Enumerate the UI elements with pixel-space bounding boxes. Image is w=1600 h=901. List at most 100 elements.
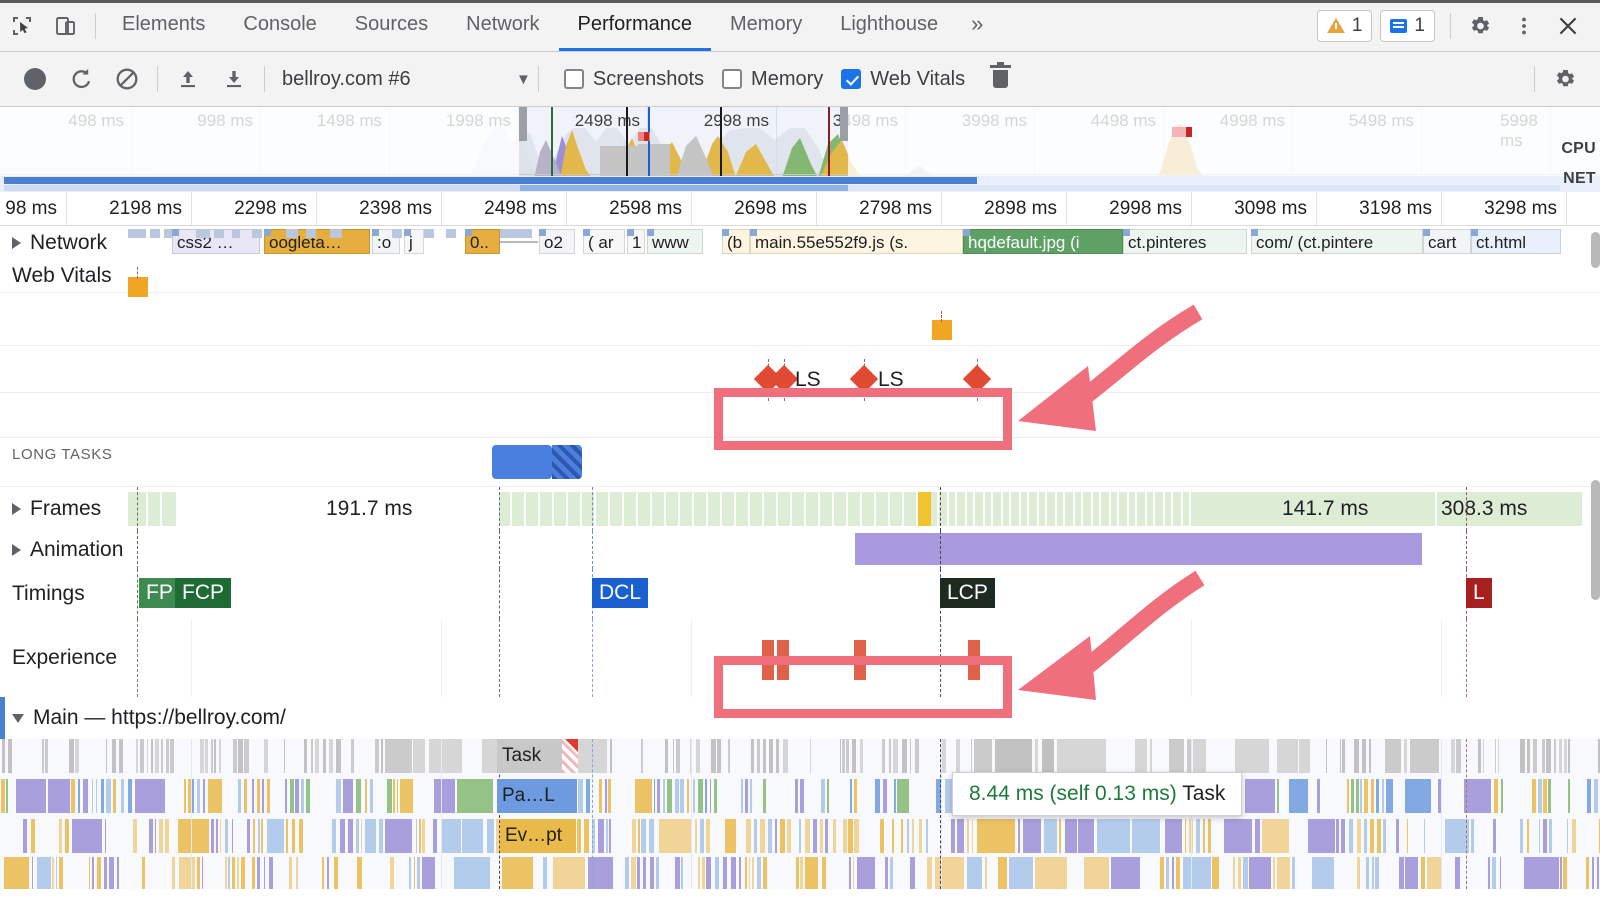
- chevron-right-icon[interactable]: [12, 236, 21, 249]
- flame-bar[interactable]: [1056, 739, 1107, 773]
- main-track-title[interactable]: Main — https://bellroy.com/: [12, 697, 286, 739]
- web-vitals-checkbox[interactable]: Web Vitals: [841, 68, 965, 91]
- flame-bar[interactable]: [1212, 857, 1220, 889]
- frame-segment[interactable]: [967, 492, 974, 526]
- flame-bar[interactable]: [727, 739, 730, 773]
- flame-bar[interactable]: [251, 857, 255, 889]
- flame-bar[interactable]: [1111, 857, 1141, 889]
- flame-bar[interactable]: [161, 739, 164, 773]
- flame-bar[interactable]: [134, 779, 166, 813]
- flame-bar[interactable]: [119, 739, 124, 773]
- flame-bar[interactable]: [351, 739, 354, 773]
- flame-bar[interactable]: [910, 857, 916, 889]
- timeline-overview[interactable]: 498 ms 998 ms 1498 ms 1998 ms 2498 ms 29…: [0, 107, 1600, 192]
- flame-bar[interactable]: [663, 779, 666, 813]
- flame-bar[interactable]: [31, 857, 34, 889]
- flame-bar[interactable]: [375, 739, 380, 773]
- network-request[interactable]: com/ (ct.pintere: [1251, 229, 1423, 254]
- flame-bar[interactable]: [1196, 819, 1201, 853]
- flame-bar[interactable]: [1307, 819, 1335, 853]
- flame-bar[interactable]: [586, 779, 590, 813]
- flame-bar[interactable]: [889, 857, 893, 889]
- flame-bar[interactable]: [896, 779, 910, 813]
- flame-bar[interactable]: [1493, 779, 1498, 813]
- web-vital-marker-square[interactable]: [932, 320, 952, 340]
- flame-bar[interactable]: [1356, 779, 1359, 813]
- flame-bar[interactable]: [859, 739, 863, 773]
- flame-bar[interactable]: [974, 739, 993, 773]
- flame-bar[interactable]: [142, 857, 145, 889]
- tab-performance[interactable]: Performance: [558, 0, 711, 51]
- flame-bar[interactable]: [653, 779, 656, 813]
- flame-bar[interactable]: [178, 857, 196, 889]
- flame-bar[interactable]: [133, 819, 137, 853]
- tab-sources[interactable]: Sources: [336, 0, 447, 51]
- flame-bar[interactable]: [165, 819, 169, 853]
- frame-segment[interactable]: [722, 492, 735, 526]
- long-task-blocking-hatch[interactable]: [552, 445, 582, 479]
- flame-bar[interactable]: [92, 857, 94, 889]
- flame-bar[interactable]: [419, 819, 421, 853]
- flame-bar[interactable]: [1463, 779, 1492, 813]
- frame-segment[interactable]: [957, 492, 966, 526]
- clear-button[interactable]: [104, 59, 150, 99]
- frame-segment[interactable]: [1183, 492, 1190, 526]
- flame-bar[interactable]: [1339, 739, 1342, 773]
- flame-bar[interactable]: [414, 857, 416, 889]
- flame-bar[interactable]: [842, 819, 848, 853]
- flame-bar[interactable]: [1135, 739, 1147, 773]
- tab-console[interactable]: Console: [224, 0, 335, 51]
- flame-bar[interactable]: [635, 779, 653, 813]
- frame-segment[interactable]: [949, 492, 956, 526]
- flame-bar[interactable]: [1341, 819, 1345, 853]
- close-icon[interactable]: [1546, 4, 1590, 48]
- flame-bar[interactable]: [686, 779, 690, 813]
- flame-bar[interactable]: [111, 739, 116, 773]
- frames-track-header[interactable]: Frames: [12, 487, 101, 531]
- flame-bar[interactable]: [252, 779, 254, 813]
- flame-bar[interactable]: [1224, 819, 1252, 853]
- flame-bar[interactable]: [303, 739, 308, 773]
- flame-bar[interactable]: [1059, 819, 1061, 853]
- flame-bar[interactable]: [326, 857, 330, 889]
- save-profile-button[interactable]: [211, 59, 257, 99]
- flame-bar[interactable]: [1159, 857, 1164, 889]
- flame-bar[interactable]: [385, 819, 413, 853]
- flame-bar[interactable]: [605, 819, 608, 853]
- flame-bar[interactable]: [1548, 819, 1553, 853]
- flame-bar[interactable]: [665, 739, 668, 773]
- flame-bar[interactable]: [116, 857, 120, 889]
- flame-bar[interactable]: [409, 857, 412, 889]
- frame-segment[interactable]: [540, 492, 553, 526]
- flame-bar[interactable]: [334, 857, 338, 889]
- flame-bar[interactable]: [656, 779, 661, 813]
- frame-segment[interactable]: [736, 492, 749, 526]
- flame-bar[interactable]: [716, 739, 721, 773]
- flame-bar[interactable]: [311, 739, 314, 773]
- flame-bar[interactable]: [854, 779, 858, 813]
- flame-bar[interactable]: [417, 857, 420, 889]
- flame-bar[interactable]: [1523, 857, 1559, 889]
- frame-segment[interactable]: [820, 492, 833, 526]
- flame-bar[interactable]: [1326, 739, 1328, 773]
- flame-bar[interactable]: [610, 739, 612, 773]
- flame-bar[interactable]: [783, 739, 788, 773]
- flame-bar[interactable]: [224, 819, 229, 853]
- flame-bar[interactable]: [1233, 857, 1235, 889]
- flame-bar[interactable]: [1538, 819, 1540, 853]
- flame-bar[interactable]: [220, 819, 222, 853]
- flame-bar[interactable]: [286, 819, 289, 853]
- flame-bar[interactable]: [1022, 819, 1041, 853]
- flame-bar[interactable]: [1560, 857, 1562, 889]
- flame-bar[interactable]: [1312, 857, 1334, 889]
- flame-bar[interactable]: [649, 819, 655, 853]
- flame-bar[interactable]: [768, 739, 773, 773]
- flame-bar[interactable]: [290, 779, 294, 813]
- flame-bar[interactable]: [434, 779, 456, 813]
- flame-bar[interactable]: [55, 857, 57, 889]
- flame-bar[interactable]: [1242, 857, 1248, 889]
- flame-bar[interactable]: [1, 739, 6, 773]
- flame-bar[interactable]: [58, 857, 63, 889]
- flame-cell-event[interactable]: Ev…pt: [500, 819, 577, 853]
- flame-bar[interactable]: [900, 819, 904, 853]
